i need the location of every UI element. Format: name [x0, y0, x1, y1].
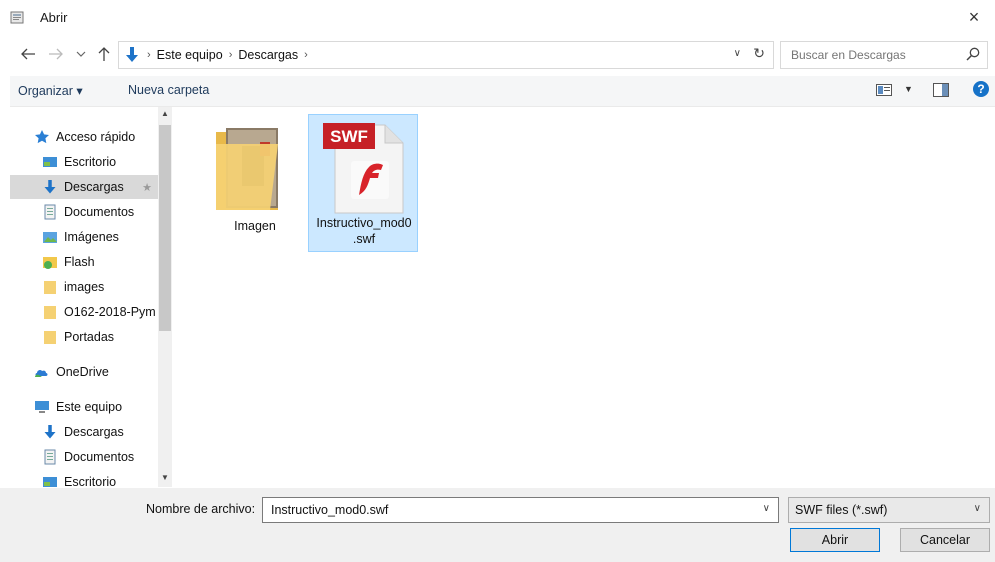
breadcrumb-este-equipo[interactable]: Este equipo — [157, 48, 223, 62]
arrow-right-icon — [49, 48, 63, 60]
desktop-icon — [43, 157, 57, 167]
chevron-down-icon[interactable]: ∨ — [763, 503, 770, 514]
sidebar-item-label: Flash — [64, 255, 95, 269]
filename-label: Nombre de archivo: — [146, 502, 256, 516]
file-item-instructivo-swf[interactable]: SWF Instructivo_mod0 .swf — [308, 114, 418, 252]
help-button[interactable]: ? — [973, 81, 989, 97]
sidebar-item-images[interactable]: images — [42, 275, 174, 299]
sidebar-item-descargas[interactable]: Descargas ★ — [10, 175, 160, 199]
sidebar-item-onedrive[interactable]: OneDrive — [34, 360, 174, 384]
chevron-down-icon — [76, 51, 86, 57]
new-folder-button[interactable]: Nueva carpeta — [128, 83, 209, 97]
open-button[interactable]: Abrir — [790, 528, 880, 552]
sidebar-item-documentos-pc[interactable]: Documentos — [42, 445, 174, 469]
sidebar-item-label: O162-2018-Pym — [64, 305, 156, 319]
sidebar-item-escritorio-pc[interactable]: Escritorio — [42, 470, 174, 487]
breadcrumb-descargas[interactable]: Descargas — [238, 48, 298, 62]
star-icon — [35, 130, 49, 144]
file-name: Instructivo_mod0 .swf — [309, 215, 419, 247]
filetype-select[interactable]: SWF files (*.swf) ∨ — [788, 497, 990, 523]
file-name-line2: .swf — [352, 232, 376, 246]
pin-icon[interactable]: ★ — [142, 181, 152, 194]
sidebar-item-label: Documentos — [64, 450, 135, 464]
breadcrumb-separator: › — [228, 49, 233, 61]
scrollbar-thumb[interactable] — [159, 125, 171, 331]
cancel-button[interactable]: Cancelar — [900, 528, 990, 552]
folder-icon — [44, 306, 56, 319]
sidebar-item-este-equipo[interactable]: Este equipo — [34, 395, 174, 419]
change-view-icon[interactable] — [876, 84, 892, 96]
forward-button[interactable] — [46, 44, 66, 64]
sidebar-item-label: Este equipo — [56, 400, 123, 414]
file-name-line1: Instructivo_mod0 — [316, 216, 412, 230]
filename-input[interactable] — [269, 502, 743, 518]
search-box[interactable] — [780, 41, 988, 69]
documents-icon — [44, 449, 56, 465]
sidebar-item-label: Descargas — [64, 180, 124, 194]
close-button[interactable]: × — [958, 4, 990, 30]
help-icon: ? — [977, 82, 985, 96]
scroll-down-icon[interactable]: ▼ — [158, 473, 172, 485]
svg-text:SWF: SWF — [330, 127, 368, 146]
chevron-down-icon[interactable]: ∨ — [974, 503, 981, 514]
onedrive-icon — [35, 369, 48, 377]
sidebar-item-descargas-pc[interactable]: Descargas — [42, 420, 174, 444]
flash-folder-icon — [43, 257, 57, 269]
close-icon: × — [968, 6, 980, 27]
file-name: Imagen — [234, 219, 276, 233]
sidebar-item-documentos[interactable]: Documentos ★ — [42, 200, 174, 224]
sidebar-item-label: Documentos — [64, 205, 135, 219]
view-options-dropdown-icon[interactable]: ▼ — [904, 84, 913, 94]
pictures-icon — [43, 232, 57, 243]
window-title: Abrir — [40, 10, 68, 25]
sidebar-item-flash[interactable]: Flash — [42, 250, 174, 274]
filetype-value: SWF files (*.swf) — [795, 503, 888, 517]
download-icon — [126, 47, 138, 62]
breadcrumb-separator[interactable]: › — [304, 49, 308, 61]
sidebar-item-imagenes[interactable]: Imágenes ★ — [42, 225, 174, 249]
documents-icon — [44, 204, 56, 220]
breadcrumb-separator: › — [147, 49, 151, 61]
sidebar-item-label: Descargas — [64, 425, 124, 439]
scroll-up-icon[interactable]: ▲ — [158, 109, 172, 121]
folder-icon — [216, 128, 278, 210]
sidebar-item-label: OneDrive — [56, 365, 109, 379]
refresh-icon[interactable]: ↻ — [753, 45, 765, 62]
download-icon — [44, 180, 56, 194]
sidebar-item-o162-2018-pym[interactable]: O162-2018-Pym — [42, 300, 174, 324]
file-item-imagen[interactable]: Imagen — [200, 114, 310, 252]
download-icon — [44, 425, 56, 439]
desktop-icon — [43, 477, 57, 487]
navigation-pane[interactable]: Acceso rápido Escritorio ★ Descargas ★ D… — [10, 107, 174, 487]
dialog-icon — [10, 11, 24, 24]
title-bar — [0, 0, 995, 34]
back-button[interactable] — [18, 44, 38, 64]
arrow-up-icon — [98, 47, 110, 61]
pc-icon — [35, 401, 49, 413]
sidebar-item-label: Imágenes — [64, 230, 119, 244]
sidebar-item-label: images — [64, 280, 105, 294]
filename-combobox[interactable]: ∨ — [262, 497, 779, 523]
sidebar-item-label: Acceso rápido — [56, 130, 136, 144]
folder-icon — [44, 281, 56, 294]
address-bar[interactable]: › Este equipo › Descargas › ∨ ↻ — [118, 41, 774, 69]
sidebar-item-label: Escritorio — [64, 155, 117, 169]
sidebar-item-acceso-rapido[interactable]: Acceso rápido — [34, 125, 174, 149]
preview-pane-icon[interactable] — [933, 83, 949, 97]
search-input[interactable] — [789, 47, 963, 63]
sidebar-item-label: Portadas — [64, 330, 115, 344]
sidebar-item-escritorio[interactable]: Escritorio ★ — [42, 150, 174, 174]
folder-icon — [44, 331, 56, 344]
up-button[interactable] — [94, 44, 114, 64]
sidebar-item-portadas[interactable]: Portadas — [42, 325, 174, 349]
recent-locations-button[interactable] — [74, 44, 88, 64]
organize-button[interactable]: Organizar ▾ — [18, 83, 83, 98]
search-icon[interactable] — [965, 46, 981, 62]
chevron-down-icon[interactable]: ∨ — [734, 48, 741, 59]
arrow-left-icon — [21, 48, 35, 60]
swf-file-icon: SWF — [323, 123, 404, 214]
sidebar-item-label: Escritorio — [64, 475, 117, 487]
